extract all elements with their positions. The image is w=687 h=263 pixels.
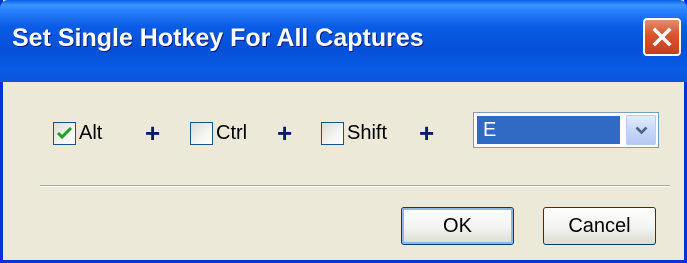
window-title: Set Single Hotkey For All Captures	[12, 24, 424, 52]
alt-checkbox-group[interactable]: Alt	[53, 117, 102, 149]
key-select[interactable]: E	[473, 112, 659, 148]
chevron-down-icon	[635, 126, 648, 135]
ctrl-label: Ctrl	[216, 121, 248, 144]
alt-checkbox[interactable]	[53, 121, 76, 145]
shift-checkbox-group[interactable]: Shift	[321, 117, 387, 149]
cancel-button[interactable]: Cancel	[543, 207, 656, 245]
ok-button[interactable]: OK	[401, 207, 514, 245]
hotkey-dialog: Set Single Hotkey For All Captures Alt +…	[0, 0, 687, 263]
title-bar[interactable]: Set Single Hotkey For All Captures	[0, 0, 687, 82]
alt-label: Alt	[79, 121, 103, 144]
close-icon	[652, 27, 672, 47]
ctrl-checkbox-group[interactable]: Ctrl	[190, 117, 247, 149]
separator	[40, 185, 670, 187]
shift-checkbox[interactable]	[321, 121, 344, 145]
dialog-content: Alt + Ctrl + Shift + E OK Cancel	[3, 82, 684, 260]
close-button[interactable]	[643, 18, 681, 56]
key-select-value: E	[477, 116, 620, 144]
plus-sign: +	[419, 118, 435, 148]
dropdown-button[interactable]	[626, 115, 656, 145]
checkmark-icon	[56, 126, 73, 139]
shift-label: Shift	[347, 121, 388, 144]
plus-sign: +	[277, 118, 293, 148]
ctrl-checkbox[interactable]	[190, 121, 213, 145]
plus-sign: +	[145, 118, 161, 148]
